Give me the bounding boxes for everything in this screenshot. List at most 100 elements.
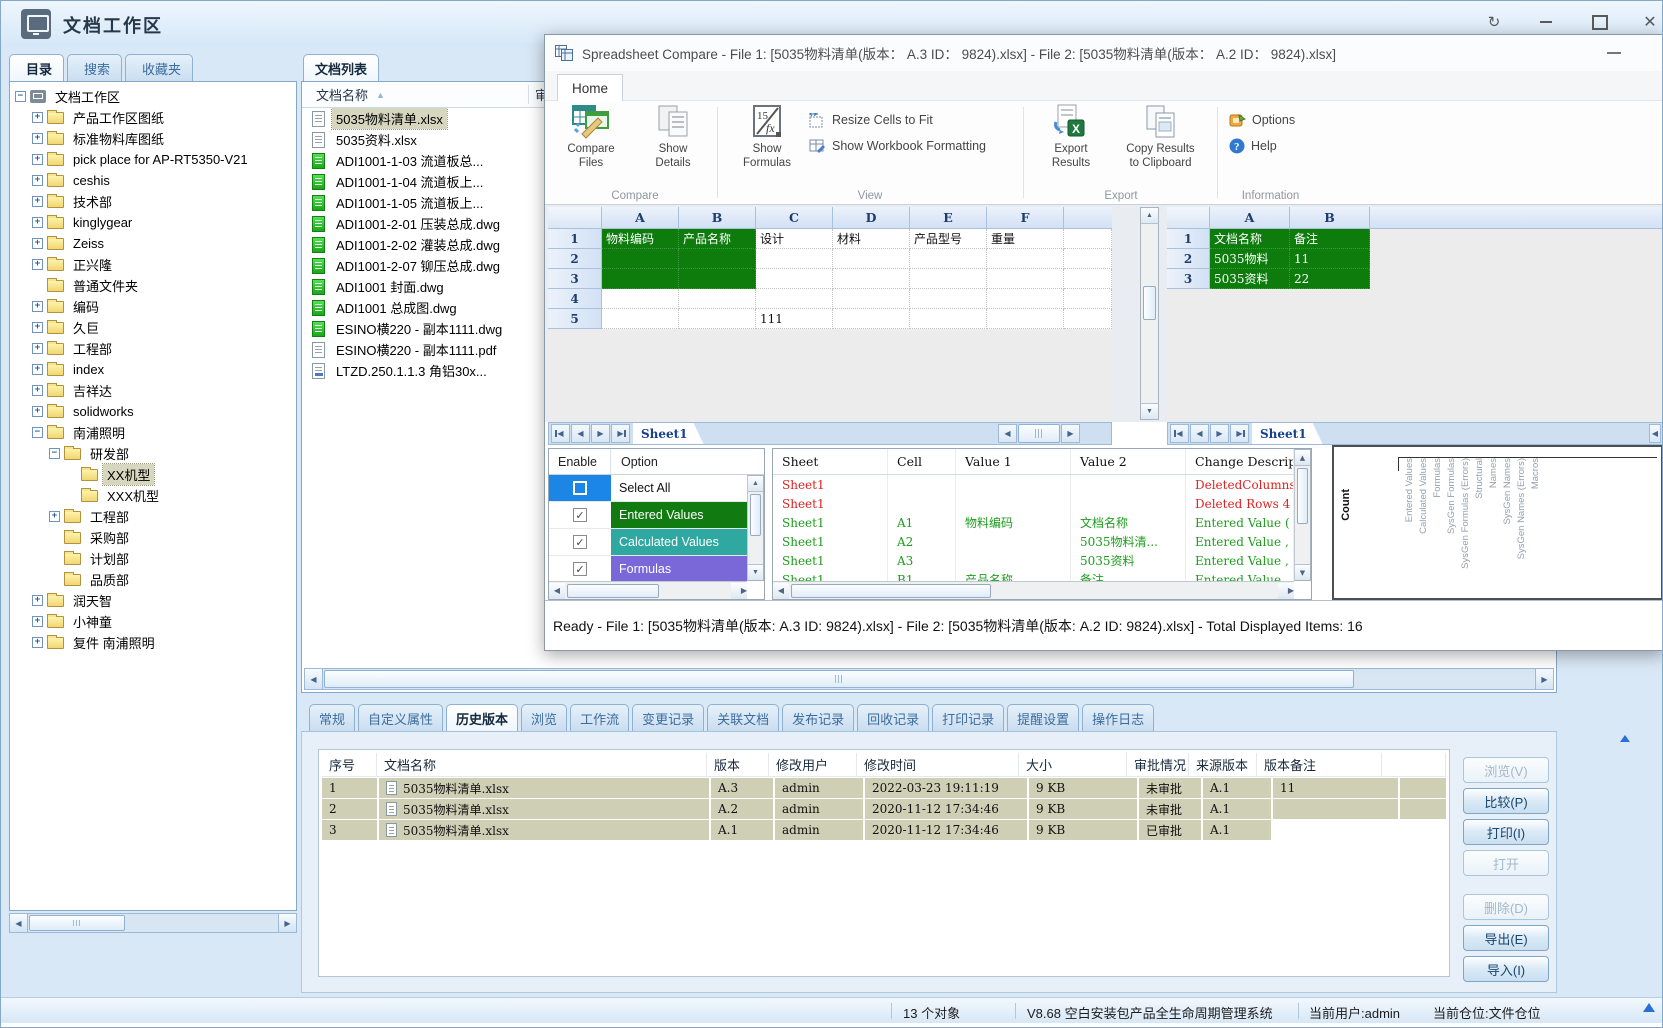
- column-header[interactable]: A: [1210, 207, 1290, 228]
- tree-expander-icon[interactable]: [32, 133, 43, 144]
- prev-sheet-icon[interactable]: [571, 424, 590, 443]
- grid-cell[interactable]: [833, 269, 910, 289]
- col-source-version[interactable]: 来源版本: [1189, 753, 1257, 776]
- action-button[interactable]: 打开: [1463, 850, 1549, 876]
- grid-cell[interactable]: [910, 269, 987, 289]
- compare-titlebar[interactable]: Spreadsheet Compare - File 1: [5035物料清单(…: [545, 35, 1663, 71]
- action-button[interactable]: 浏览(V): [1463, 757, 1549, 783]
- results-h-scrollbar[interactable]: [773, 581, 1294, 599]
- column-header[interactable]: A: [602, 207, 679, 228]
- show-details-button[interactable]: Show Details: [633, 104, 713, 188]
- history-row[interactable]: 3 5035物料清单.xlsx A.1 admin 2020-11-12 17:…: [322, 820, 1446, 840]
- collapse-panel-icon[interactable]: [1620, 735, 1630, 742]
- col-docname[interactable]: 文档名称: [377, 753, 707, 776]
- tree-expander-icon[interactable]: [32, 364, 43, 375]
- export-results-button[interactable]: X Export Results: [1031, 104, 1111, 188]
- compare-files-button[interactable]: Compare Files: [551, 104, 631, 188]
- tree-expander-icon[interactable]: [32, 175, 43, 186]
- tree-item[interactable]: Zeiss: [10, 233, 296, 254]
- row-header[interactable]: 2: [1167, 249, 1210, 269]
- grid-cell[interactable]: [679, 249, 756, 269]
- tree-expander-icon[interactable]: [32, 238, 43, 249]
- checkbox[interactable]: [573, 508, 587, 522]
- detail-tab[interactable]: 变更记录: [632, 704, 704, 731]
- grid-cell[interactable]: 产品名称: [679, 229, 756, 249]
- column-header[interactable]: B: [679, 207, 756, 228]
- results-v-scrollbar[interactable]: [1294, 449, 1311, 581]
- scroll-up-icon[interactable]: [748, 476, 763, 492]
- col-user[interactable]: 修改用户: [769, 753, 857, 776]
- doclist-h-scrollbar[interactable]: [304, 668, 1554, 690]
- tree-item[interactable]: XXX机型: [10, 485, 296, 506]
- tree-expander-icon[interactable]: [32, 112, 43, 123]
- grid-cell[interactable]: [679, 289, 756, 309]
- row-header[interactable]: 3: [548, 269, 602, 289]
- tree-item[interactable]: 小神童: [10, 611, 296, 632]
- grid-cell[interactable]: [602, 249, 679, 269]
- tree-item[interactable]: 编码: [10, 296, 296, 317]
- tree-item[interactable]: 普通文件夹: [10, 275, 296, 296]
- detail-tab[interactable]: 回收记录: [857, 704, 929, 731]
- tree-item[interactable]: 工程部: [10, 506, 296, 527]
- tree-item[interactable]: index: [10, 359, 296, 380]
- grid-cell[interactable]: 文档名称: [1210, 229, 1290, 249]
- grid-cell[interactable]: 备注: [1290, 229, 1370, 249]
- checkbox[interactable]: [573, 562, 587, 576]
- scroll-down-icon[interactable]: [748, 564, 763, 580]
- sheet-h-scrollbar[interactable]: [997, 424, 1081, 443]
- tree-expander-icon[interactable]: [15, 91, 26, 102]
- detail-tab[interactable]: 提醒设置: [1007, 704, 1079, 731]
- tree-item[interactable]: 产品工作区图纸: [10, 107, 296, 128]
- close-icon[interactable]: [1635, 11, 1663, 33]
- tree-expander-icon[interactable]: [32, 343, 43, 354]
- tree-expander-icon[interactable]: [32, 217, 43, 228]
- prev-sheet-icon[interactable]: [1190, 424, 1209, 443]
- scroll-thumb[interactable]: [324, 670, 1354, 688]
- row-header[interactable]: 4: [548, 289, 602, 309]
- tree-item[interactable]: 复件 南浦照明: [10, 632, 296, 653]
- tree-expander-icon[interactable]: [32, 406, 43, 417]
- option-row[interactable]: Calculated Values: [549, 529, 747, 556]
- scroll-left-icon[interactable]: [305, 669, 323, 689]
- minimize-icon[interactable]: [1531, 11, 1561, 33]
- result-row[interactable]: Sheet1 A2 5035物料清... Entered Value ,: [773, 532, 1294, 551]
- resize-grip-icon[interactable]: [1643, 1003, 1655, 1012]
- maximize-icon[interactable]: [1585, 11, 1615, 33]
- copy-results-button[interactable]: Copy Results to Clipboard: [1113, 104, 1208, 188]
- column-header[interactable]: C: [756, 207, 833, 228]
- grid-cell[interactable]: [987, 289, 1064, 309]
- grid-cell[interactable]: [987, 309, 1064, 329]
- tree-expander-icon[interactable]: [32, 385, 43, 396]
- tree-item[interactable]: 研发部: [10, 443, 296, 464]
- result-row[interactable]: Sheet1 DeletedColumns: [773, 475, 1294, 494]
- left-panel-tab[interactable]: 收藏夹: [125, 54, 193, 82]
- scroll-thumb[interactable]: [791, 584, 991, 598]
- scroll-up-icon[interactable]: [1295, 450, 1310, 466]
- grid-cell[interactable]: [756, 289, 833, 309]
- detail-tab[interactable]: 自定义属性: [358, 704, 443, 731]
- scroll-down-icon[interactable]: [1295, 564, 1310, 580]
- scroll-up-icon[interactable]: [1141, 208, 1158, 224]
- tree-expander-icon[interactable]: [32, 637, 43, 648]
- tree-expander-icon[interactable]: [32, 427, 43, 438]
- tree-expander-icon[interactable]: [49, 511, 60, 522]
- grid-cell[interactable]: 设计: [756, 229, 833, 249]
- col-value1[interactable]: Value 1: [956, 449, 1071, 474]
- tree-item[interactable]: kinglygear: [10, 212, 296, 233]
- grid-cell[interactable]: 材料: [833, 229, 910, 249]
- options-h-scrollbar[interactable]: [549, 581, 747, 599]
- grid-cell[interactable]: [987, 269, 1064, 289]
- tree-item[interactable]: 采购部: [10, 527, 296, 548]
- grid-cell[interactable]: [833, 309, 910, 329]
- scroll-left-icon[interactable]: [773, 583, 789, 599]
- col-version[interactable]: 版本: [707, 753, 769, 776]
- scroll-thumb[interactable]: [1143, 286, 1156, 320]
- checkbox[interactable]: [573, 535, 587, 549]
- tree-item[interactable]: pick place for AP-RT5350-V21: [10, 149, 296, 170]
- tab-home[interactable]: Home: [557, 74, 623, 101]
- col-sheet[interactable]: Sheet: [773, 449, 888, 474]
- scroll-right-icon[interactable]: [1278, 583, 1294, 599]
- detail-tab[interactable]: 浏览: [521, 704, 567, 731]
- grid-cell[interactable]: [602, 309, 679, 329]
- tree-item[interactable]: XX机型: [10, 464, 296, 485]
